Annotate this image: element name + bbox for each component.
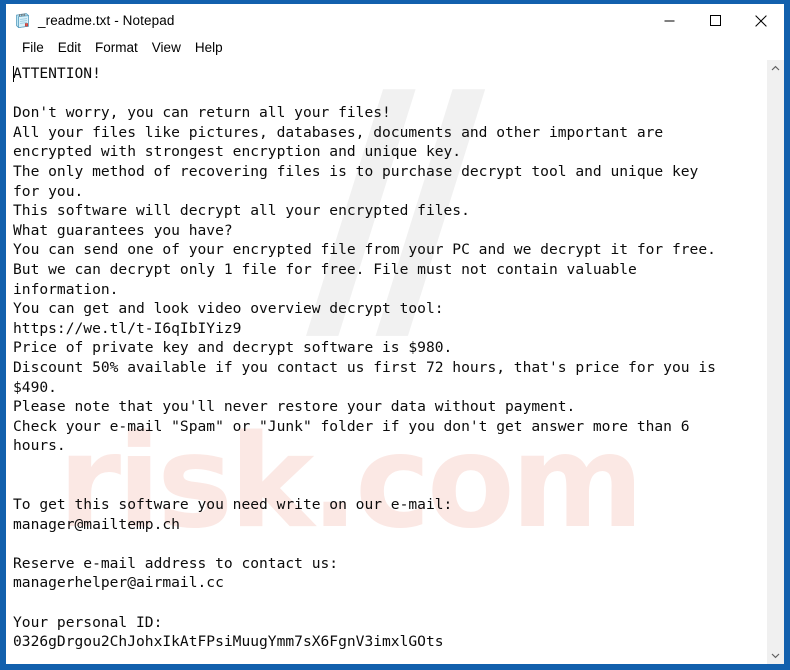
window-controls [646,4,784,37]
window-title: _readme.txt - Notepad [38,13,175,28]
text-editor[interactable]: // risk.com ATTENTION! Don't worry, you … [6,60,766,664]
ransom-note-text: ATTENTION! Don't worry, you can return a… [13,65,716,651]
scroll-up-arrow-icon[interactable] [767,60,784,77]
title-bar: _readme.txt - Notepad [6,4,784,37]
minimize-button[interactable] [646,4,692,37]
menu-item-help[interactable]: Help [188,39,230,57]
menu-item-file[interactable]: File [15,39,51,57]
menu-item-edit[interactable]: Edit [51,39,88,57]
maximize-button[interactable] [692,4,738,37]
vertical-scrollbar[interactable] [766,60,784,664]
menu-bar: File Edit Format View Help [6,37,784,59]
editor-area: // risk.com ATTENTION! Don't worry, you … [6,59,784,664]
menu-item-format[interactable]: Format [88,39,145,57]
menu-item-view[interactable]: View [145,39,188,57]
notepad-window: _readme.txt - Notepad File Edit Format V… [0,0,790,670]
scrollbar-track[interactable] [767,77,784,647]
scroll-down-arrow-icon[interactable] [767,647,784,664]
title-bar-left: _readme.txt - Notepad [6,12,174,29]
notepad-icon [14,12,31,29]
close-button[interactable] [738,4,784,37]
